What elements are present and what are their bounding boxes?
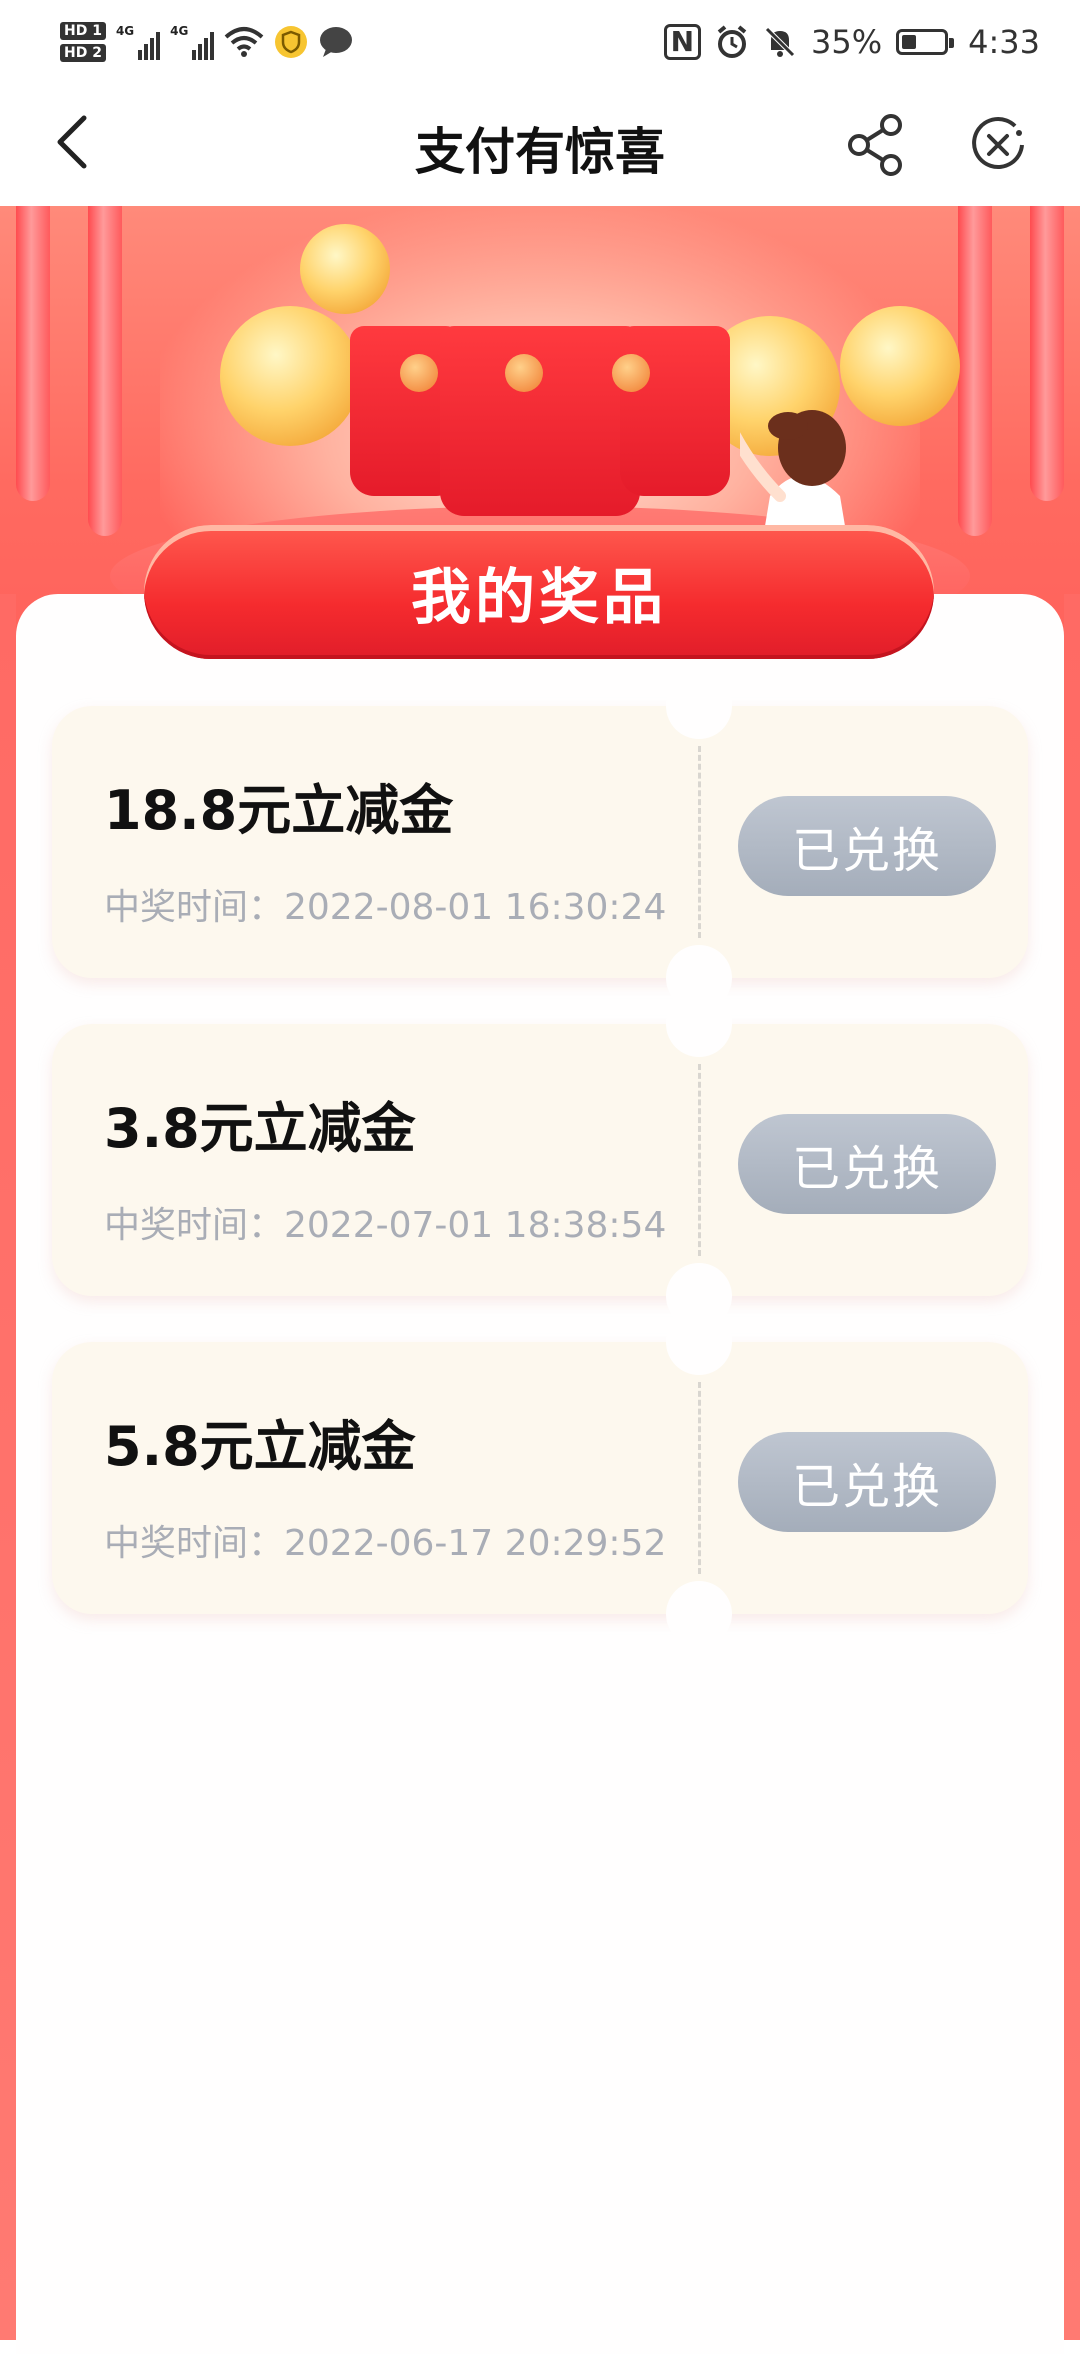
status-right: N 35% 4:33 (663, 14, 1040, 70)
status-bar: HD 1 HD 2 4G 4G N 35% 4:33 (0, 0, 1080, 82)
close-button[interactable] (965, 112, 1031, 178)
decor-pillar (16, 206, 50, 501)
prize-item: 3.8元立减金 中奖时间：2022-07-01 18:38:54 已兑换 (52, 991, 1028, 1329)
nfc-icon: N (663, 24, 702, 60)
signal-1-icon: 4G (115, 24, 161, 60)
prize-time: 中奖时间：2022-07-01 18:38:54 (104, 1205, 667, 1246)
hd2-badge: HD 2 (60, 44, 106, 62)
redeemed-button[interactable]: 已兑换 (738, 1114, 996, 1214)
prize-title: 3.8元立减金 (104, 1097, 416, 1160)
redeemed-button[interactable]: 已兑换 (738, 1432, 996, 1532)
signal-2-icon: 4G (170, 24, 215, 60)
battery-percent: 35% (811, 23, 883, 61)
clock: 4:33 (968, 23, 1040, 61)
share-icon (848, 114, 902, 176)
signal-1-label: 4G (115, 24, 135, 38)
prize-title: 18.8元立减金 (104, 779, 454, 842)
section-title: 我的奖品 (411, 562, 667, 633)
battery-icon (896, 29, 955, 55)
prize-item: 5.8元立减金 中奖时间：2022-06-17 20:29:52 已兑换 (52, 1309, 1028, 1647)
hd1-badge: HD 1 (60, 22, 106, 40)
prize-title: 5.8元立减金 (104, 1415, 416, 1478)
decor-pillar (958, 206, 992, 536)
nav-bar: 支付有惊喜 (0, 82, 1080, 206)
red-envelope-icon (620, 326, 730, 496)
shield-icon (275, 26, 308, 58)
section-header: 我的奖品 (144, 525, 934, 659)
signal-2-label: 4G (170, 24, 189, 38)
close-icon (972, 117, 1024, 170)
share-button[interactable] (845, 112, 911, 178)
gold-coin-icon (300, 224, 390, 314)
mute-bell-icon (765, 27, 795, 57)
decor-pillar (1030, 206, 1064, 501)
redeemed-button[interactable]: 已兑换 (738, 796, 996, 896)
page-title: 支付有惊喜 (415, 123, 665, 181)
hd-indicators: HD 1 HD 2 (60, 22, 106, 62)
decor-pillar (88, 206, 122, 536)
message-icon (320, 27, 353, 57)
prize-time: 中奖时间：2022-08-01 16:30:24 (104, 887, 667, 928)
prize-time: 中奖时间：2022-06-17 20:29:52 (104, 1523, 667, 1564)
battery-fill (902, 35, 917, 49)
wifi-icon (225, 27, 264, 57)
status-left: HD 1 HD 2 4G 4G (60, 14, 354, 70)
alarm-icon (717, 25, 747, 58)
prize-item: 18.8元立减金 中奖时间：2022-08-01 16:30:24 已兑换 (52, 673, 1028, 1011)
red-envelope-icon (440, 326, 640, 516)
gold-coin-icon (220, 306, 360, 446)
